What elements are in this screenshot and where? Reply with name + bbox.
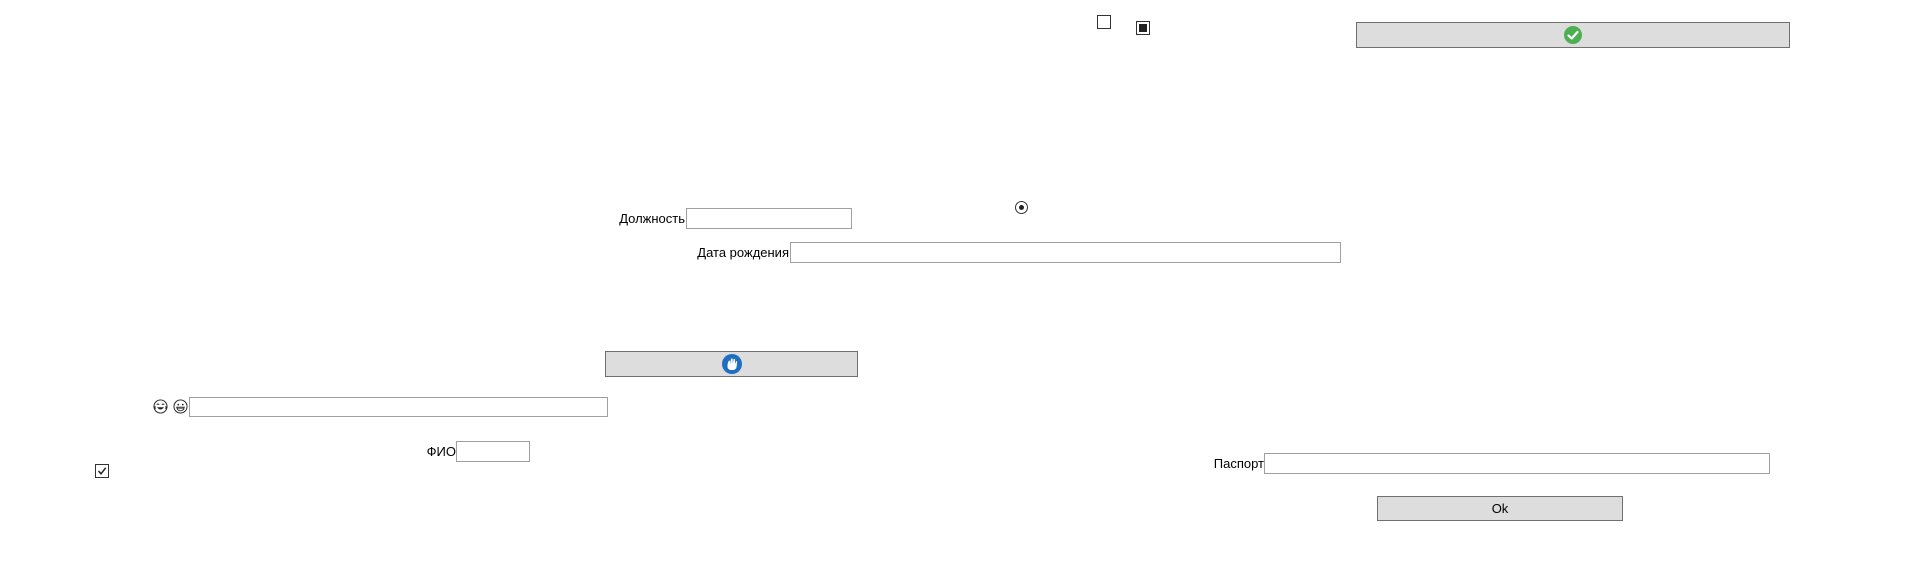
confirm-button[interactable] — [1356, 22, 1790, 48]
top-unchecked-checkbox[interactable] — [1097, 15, 1111, 29]
full-name-input[interactable] — [456, 441, 530, 462]
full-name-label: ФИО — [426, 444, 456, 459]
top-indeterminate-checkbox[interactable] — [1136, 21, 1150, 35]
radio-button[interactable] — [1015, 201, 1028, 214]
birth-date-label: Дата рождения — [697, 245, 789, 260]
indeterminate-mark — [1139, 24, 1147, 32]
crying-laughing-face-icon — [153, 399, 168, 414]
passport-label: Паспорт — [1213, 456, 1264, 471]
position-label: Должность — [619, 211, 685, 226]
radio-selected-dot — [1019, 205, 1024, 210]
check-circle-icon — [1563, 25, 1583, 45]
middle-icon-button[interactable] — [605, 351, 858, 377]
position-input[interactable] — [686, 208, 852, 229]
bottom-checked-checkbox[interactable] — [95, 464, 109, 478]
grinning-face-icon — [173, 399, 188, 414]
checkmark-icon — [97, 466, 107, 476]
ok-button[interactable]: Ok — [1377, 496, 1623, 521]
emoji-text-input[interactable] — [189, 397, 608, 417]
passport-input[interactable] — [1264, 453, 1770, 474]
hand-circle-icon — [721, 353, 743, 375]
birth-date-input[interactable] — [790, 242, 1341, 263]
